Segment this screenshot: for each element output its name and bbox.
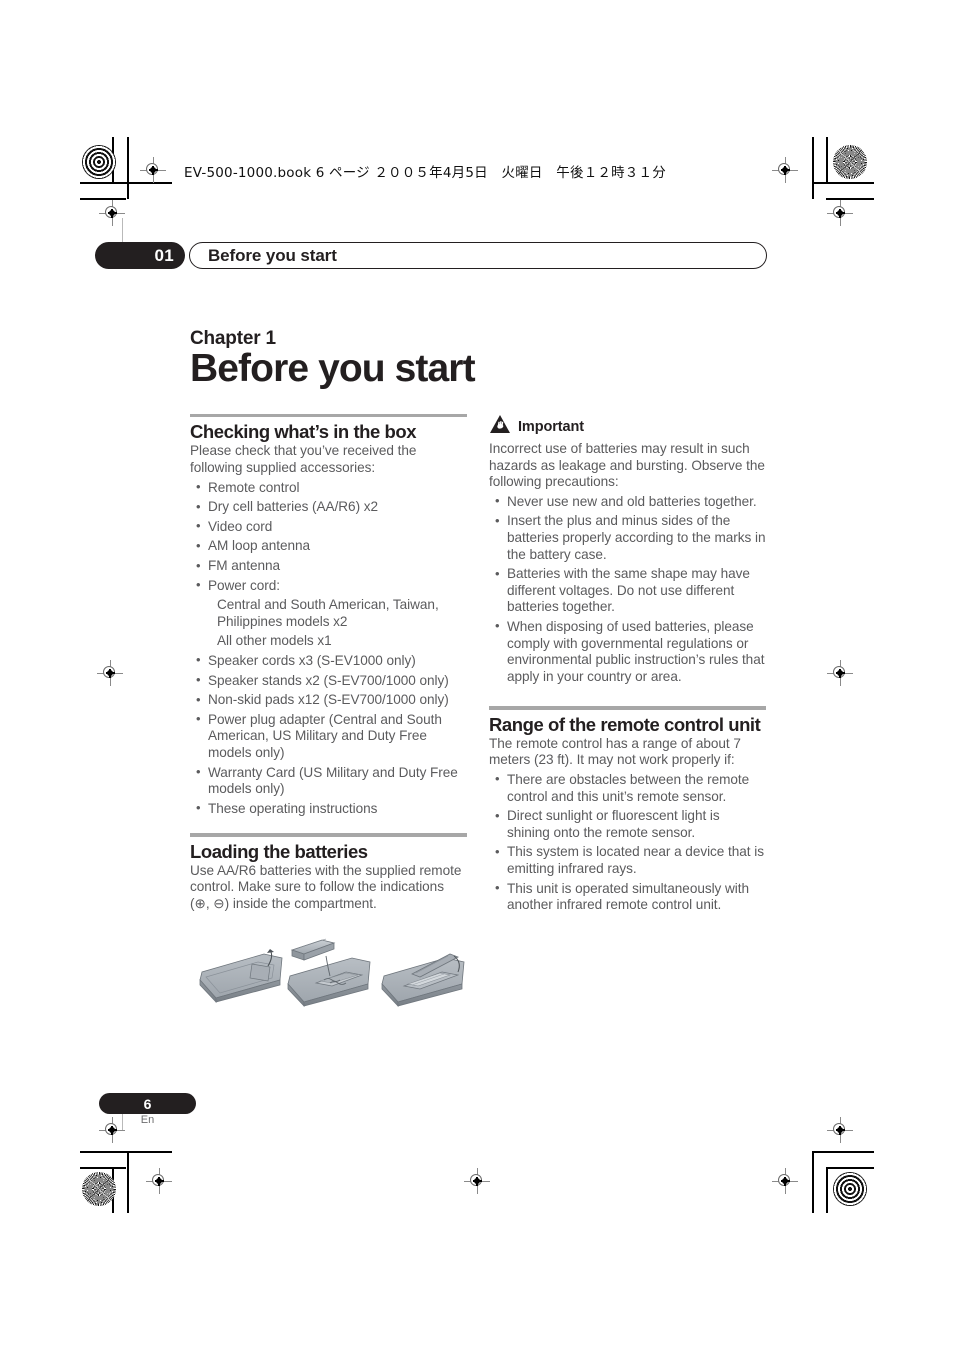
list-item: These operating instructions bbox=[190, 800, 467, 818]
list-item: Power plug adapter (Central and South Am… bbox=[190, 711, 467, 762]
list-item: Non-skid pads x12 (S-EV700/1000 only) bbox=[190, 692, 467, 709]
registration-target-bottom-right bbox=[827, 1117, 853, 1143]
important-intro: Incorrect use of batteries may result in… bbox=[489, 441, 765, 490]
section-rule-box bbox=[190, 414, 467, 418]
registration-target-right-middle bbox=[827, 660, 853, 686]
remote-control-battery-loading-illustration bbox=[196, 936, 481, 1012]
range-conditions-list: There are obstacles between the remote c… bbox=[489, 771, 766, 914]
densitometer-patch-top-left bbox=[82, 145, 116, 179]
list-item: Dry cell batteries (AA/R6) x2 bbox=[190, 499, 467, 516]
crop-rule-bottom-left-h bbox=[80, 1151, 172, 1153]
registration-target-top-right-lower bbox=[827, 200, 853, 226]
section-rule-batteries bbox=[190, 833, 467, 837]
crop-rule-bottom-right-v2 bbox=[826, 1167, 828, 1213]
list-item: Power cord: bbox=[190, 577, 467, 595]
crop-rule-bottom-right-v bbox=[812, 1151, 814, 1213]
list-item: Speaker stands x2 (S-EV700/1000 only) bbox=[190, 672, 467, 690]
list-item: Direct sunlight or fluorescent light is … bbox=[489, 808, 766, 841]
list-item: AM loop antenna bbox=[190, 538, 467, 555]
range-intro: The remote control has a range of about … bbox=[489, 735, 741, 768]
list-item: There are obstacles between the remote c… bbox=[489, 771, 766, 805]
crop-rule-bottom-left-v bbox=[127, 1151, 129, 1213]
heading-checking-whats-in-the-box: Checking what’s in the box bbox=[190, 421, 417, 443]
registration-target-top-left bbox=[140, 157, 166, 183]
important-list: Never use new and old batteries together… bbox=[489, 493, 766, 686]
running-head-chapter-number: 01 bbox=[95, 242, 185, 269]
registration-target-bottom-right-inner bbox=[772, 1168, 798, 1194]
crop-rule-top-right-v bbox=[812, 137, 814, 199]
body-text-part3: ) inside the compartment. bbox=[224, 895, 377, 911]
heading-range-of-remote-control-unit: Range of the remote control unit bbox=[489, 713, 761, 735]
remote-step-1 bbox=[199, 949, 283, 1004]
heading-loading-the-batteries: Loading the batteries bbox=[190, 840, 368, 862]
crop-rule-bottom-right-h bbox=[812, 1151, 874, 1153]
page-language-label: En bbox=[140, 1114, 155, 1126]
list-item-sub: All other models x1 bbox=[217, 633, 332, 649]
right-column: Important Incorrect use of batteries may… bbox=[489, 414, 766, 914]
battery-cell bbox=[290, 938, 336, 961]
registration-target-bottom-center bbox=[464, 1168, 490, 1194]
list-item: FM antenna bbox=[190, 558, 467, 575]
list-item: Never use new and old batteries together… bbox=[489, 493, 766, 511]
section-rule-range bbox=[489, 706, 766, 710]
list-item: Remote control bbox=[190, 479, 467, 497]
crop-rule-top-right-v2 bbox=[826, 137, 828, 183]
crop-rule-bottom-right-h2 bbox=[826, 1167, 874, 1169]
page-title: Before you start bbox=[190, 347, 476, 390]
accessories-list: Remote control Dry cell batteries (AA/R6… bbox=[190, 479, 467, 818]
intro-checking-box: Please check that you’ve received the fo… bbox=[190, 443, 417, 476]
crop-rule-top-right-h bbox=[812, 182, 874, 184]
densitometer-patch-bottom-left bbox=[82, 1172, 116, 1206]
crop-rule-top-left-v bbox=[127, 137, 129, 199]
list-item: Batteries with the same shape may have d… bbox=[489, 566, 766, 616]
plus-symbol-icon: ⊕ bbox=[194, 895, 206, 911]
list-item: This unit is operated simultaneously wit… bbox=[489, 880, 766, 914]
densitometer-patch-top-right bbox=[833, 145, 867, 179]
list-item: Insert the plus and minus sides of the b… bbox=[489, 513, 766, 563]
list-item-sub: Central and South American, Taiwan, Phil… bbox=[217, 597, 439, 629]
remote-step-2 bbox=[287, 938, 371, 1008]
page-number-badge: 6 bbox=[99, 1093, 196, 1114]
minus-symbol-icon: ⊖ bbox=[213, 895, 225, 911]
important-heading: Important bbox=[489, 414, 766, 439]
important-label: Important bbox=[518, 418, 584, 435]
list-item: This system is located near a device tha… bbox=[489, 844, 766, 877]
registration-target-left-middle bbox=[97, 660, 123, 686]
warning-triangle-hand-icon bbox=[489, 414, 511, 439]
registration-target-top-right bbox=[772, 157, 798, 183]
densitometer-patch-bottom-right bbox=[833, 1172, 867, 1206]
body-loading-the-batteries: Use AA/R6 batteries with the supplied re… bbox=[190, 863, 467, 913]
crop-rule-bottom-left-h2 bbox=[80, 1167, 126, 1169]
running-head-tick bbox=[122, 218, 123, 244]
running-head: 01 Before you start bbox=[95, 242, 767, 269]
book-file-header-line: EV-500-1000.book 6 ページ ２００５年4月5日 火曜日 午後１… bbox=[184, 165, 666, 181]
list-item: Warranty Card (US Military and Duty Free… bbox=[190, 764, 467, 798]
list-item: Video cord bbox=[190, 518, 467, 536]
registration-target-bottom-left-inner bbox=[146, 1168, 172, 1194]
running-head-title: Before you start bbox=[189, 242, 767, 269]
list-item: Speaker cords x3 (S-EV1000 only) bbox=[190, 652, 467, 670]
remote-step-3 bbox=[381, 953, 465, 1008]
left-column: Checking what’s in the box Please check … bbox=[190, 414, 467, 913]
list-item: When disposing of used batteries, please… bbox=[489, 618, 766, 685]
